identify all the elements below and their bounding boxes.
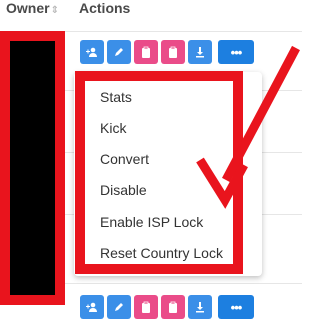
edit-button[interactable]: [107, 295, 131, 319]
row-action-buttons: •••: [80, 295, 254, 319]
clipboard-button-2[interactable]: [161, 295, 185, 319]
pencil-icon: [115, 303, 123, 311]
add-user-button[interactable]: [80, 295, 104, 319]
clipboard-icon: [142, 301, 150, 313]
clipboard-button[interactable]: [134, 295, 158, 319]
add-user-icon: [86, 302, 97, 312]
annotation-arrow-icon: [196, 45, 300, 209]
download-icon: [196, 302, 204, 313]
clipboard-icon: [169, 301, 177, 313]
more-actions-button[interactable]: •••: [218, 295, 254, 319]
download-button[interactable]: [188, 295, 212, 319]
